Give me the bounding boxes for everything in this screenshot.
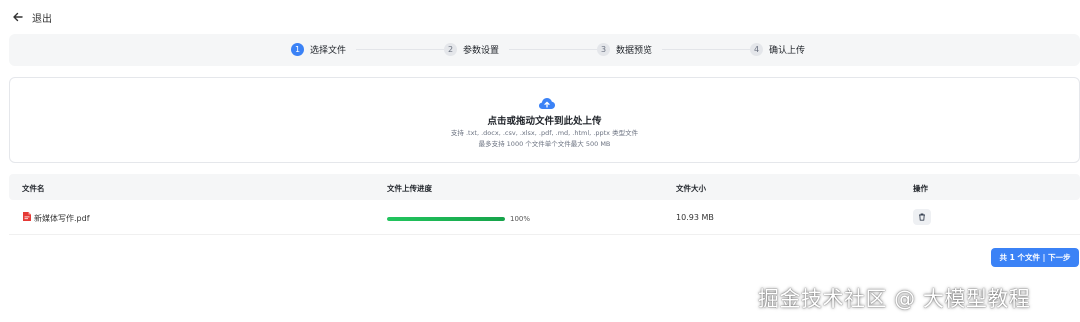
progress-fill	[387, 217, 505, 221]
upload-hint-types: 支持 .txt, .docx, .csv, .xlsx, .pdf, .md, …	[450, 129, 639, 137]
column-header-actions: 操作	[913, 184, 928, 193]
pdf-file-icon	[23, 212, 31, 221]
step-label: 数据预览	[616, 46, 653, 56]
upload-hint-limits: 最多支持 1000 个文件单个文件最大 500 MB	[478, 140, 611, 148]
column-header-name: 文件名	[22, 184, 45, 193]
step-connector	[662, 49, 750, 50]
upload-dropzone[interactable]: 点击或拖动文件到此处上传 支持 .txt, .docx, .csv, .xlsx…	[9, 77, 1080, 163]
column-header-progress: 文件上传进度	[387, 184, 432, 193]
step-number: 3	[597, 43, 610, 56]
step-preview: 3 数据预览	[597, 43, 652, 56]
file-name: 新媒体写作.pdf	[34, 214, 90, 223]
next-step-button[interactable]: 共 1 个文件 | 下一步	[991, 248, 1079, 267]
step-number: 4	[750, 43, 763, 56]
step-number: 1	[291, 43, 304, 56]
step-label: 选择文件	[310, 46, 347, 56]
step-indicator: 1 选择文件 2 参数设置 3 数据预览 4 确认上传	[9, 34, 1080, 66]
trash-icon	[919, 213, 925, 221]
back-label: 退出	[32, 13, 52, 25]
table-row: 新媒体写作.pdf 100% 10.93 MB	[9, 200, 1080, 235]
delete-button[interactable]	[913, 209, 931, 225]
file-table: 文件名 文件上传进度 文件大小 操作 新媒体写作.pdf 100% 10.93 …	[9, 174, 1080, 235]
file-size: 10.93 MB	[676, 213, 714, 222]
watermark: 掘金技术社区 @ 大模型教程	[758, 287, 1031, 311]
step-connector	[356, 49, 444, 50]
step-parameters: 2 参数设置	[444, 43, 499, 56]
step-confirm: 4 确认上传	[750, 43, 805, 56]
cloud-upload-icon	[539, 98, 555, 109]
progress-percent: 100%	[510, 215, 531, 223]
upload-progress: 100%	[387, 215, 530, 223]
step-number: 2	[444, 43, 457, 56]
progress-track	[387, 217, 505, 221]
arrow-left-icon	[13, 12, 23, 22]
back-link[interactable]: 退出	[12, 9, 52, 25]
step-select-file: 1 选择文件	[291, 43, 346, 56]
step-label: 参数设置	[463, 46, 500, 56]
column-header-size: 文件大小	[676, 184, 706, 193]
step-label: 确认上传	[769, 46, 806, 56]
step-connector	[509, 49, 597, 50]
table-header: 文件名 文件上传进度 文件大小 操作	[9, 174, 1080, 200]
upload-title: 点击或拖动文件到此处上传	[487, 116, 602, 127]
